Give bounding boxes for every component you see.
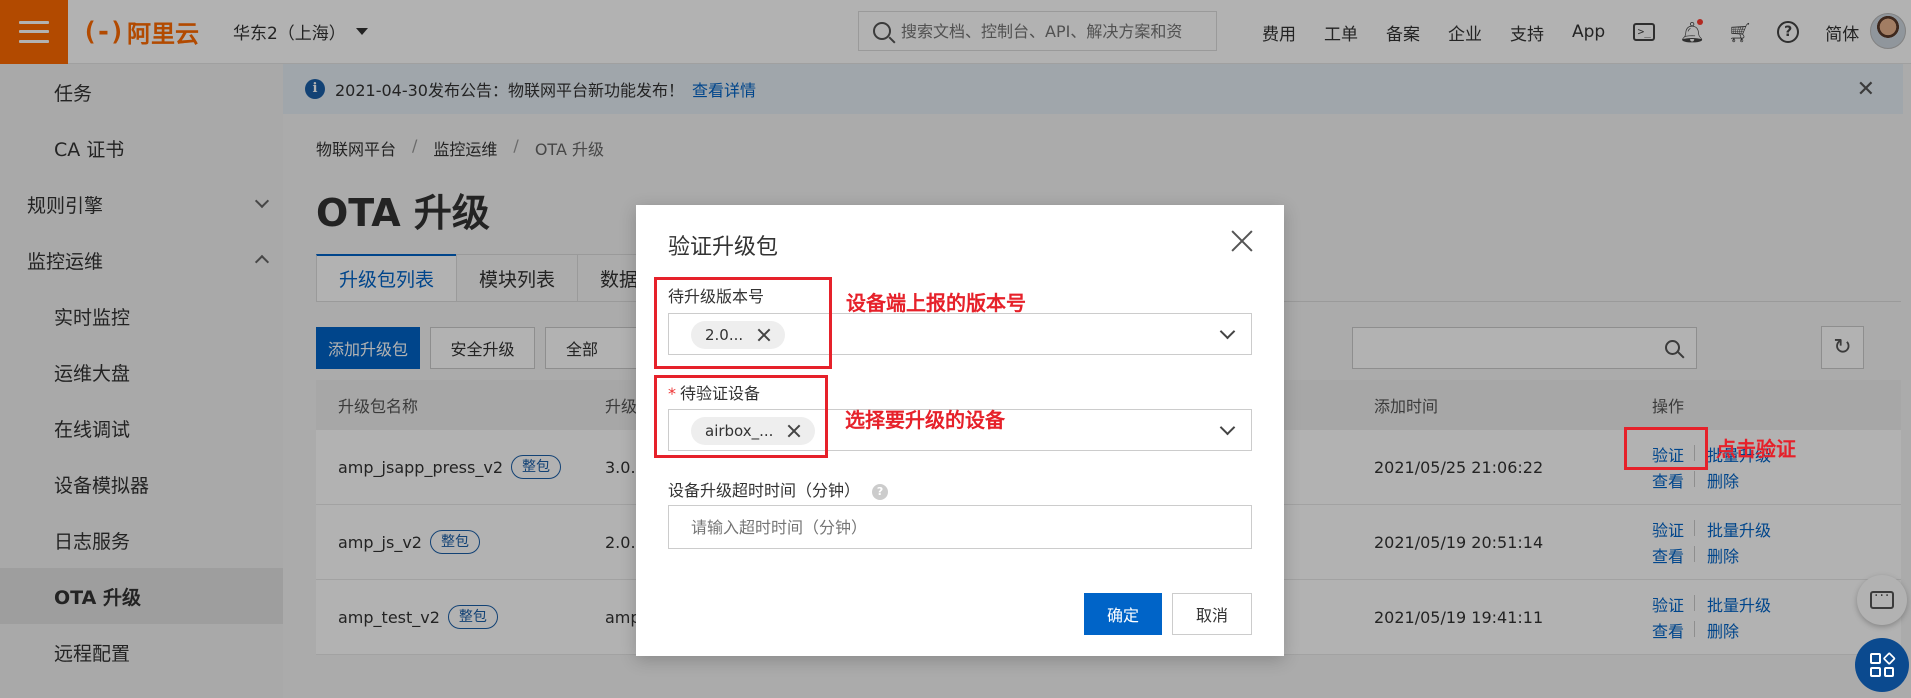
timeout-field-label: 设备升级超时时间（分钟）? bbox=[668, 477, 889, 501]
apps-button[interactable] bbox=[1855, 638, 1909, 692]
annotation-verify-note: 点击验证 bbox=[1716, 437, 1796, 461]
chevron-down-icon bbox=[1219, 419, 1236, 436]
annotation-device-note: 选择要升级的设备 bbox=[845, 408, 1005, 432]
timeout-field-label-text: 设备升级超时时间（分钟） bbox=[668, 481, 861, 500]
annotation-box-device bbox=[654, 375, 828, 458]
apps-icon bbox=[1870, 651, 1896, 677]
chevron-down-icon bbox=[1219, 323, 1236, 340]
confirm-button[interactable]: 确定 bbox=[1084, 593, 1162, 635]
close-icon[interactable] bbox=[1228, 227, 1256, 255]
annotation-box-version bbox=[654, 277, 832, 369]
cancel-button[interactable]: 取消 bbox=[1172, 593, 1252, 635]
annotation-box-verify bbox=[1624, 427, 1708, 470]
timeout-input[interactable] bbox=[668, 505, 1252, 549]
annotation-version-note: 设备端上报的版本号 bbox=[846, 291, 1026, 315]
help-icon[interactable]: ? bbox=[872, 483, 889, 500]
dialog-title: 验证升级包 bbox=[668, 235, 779, 260]
